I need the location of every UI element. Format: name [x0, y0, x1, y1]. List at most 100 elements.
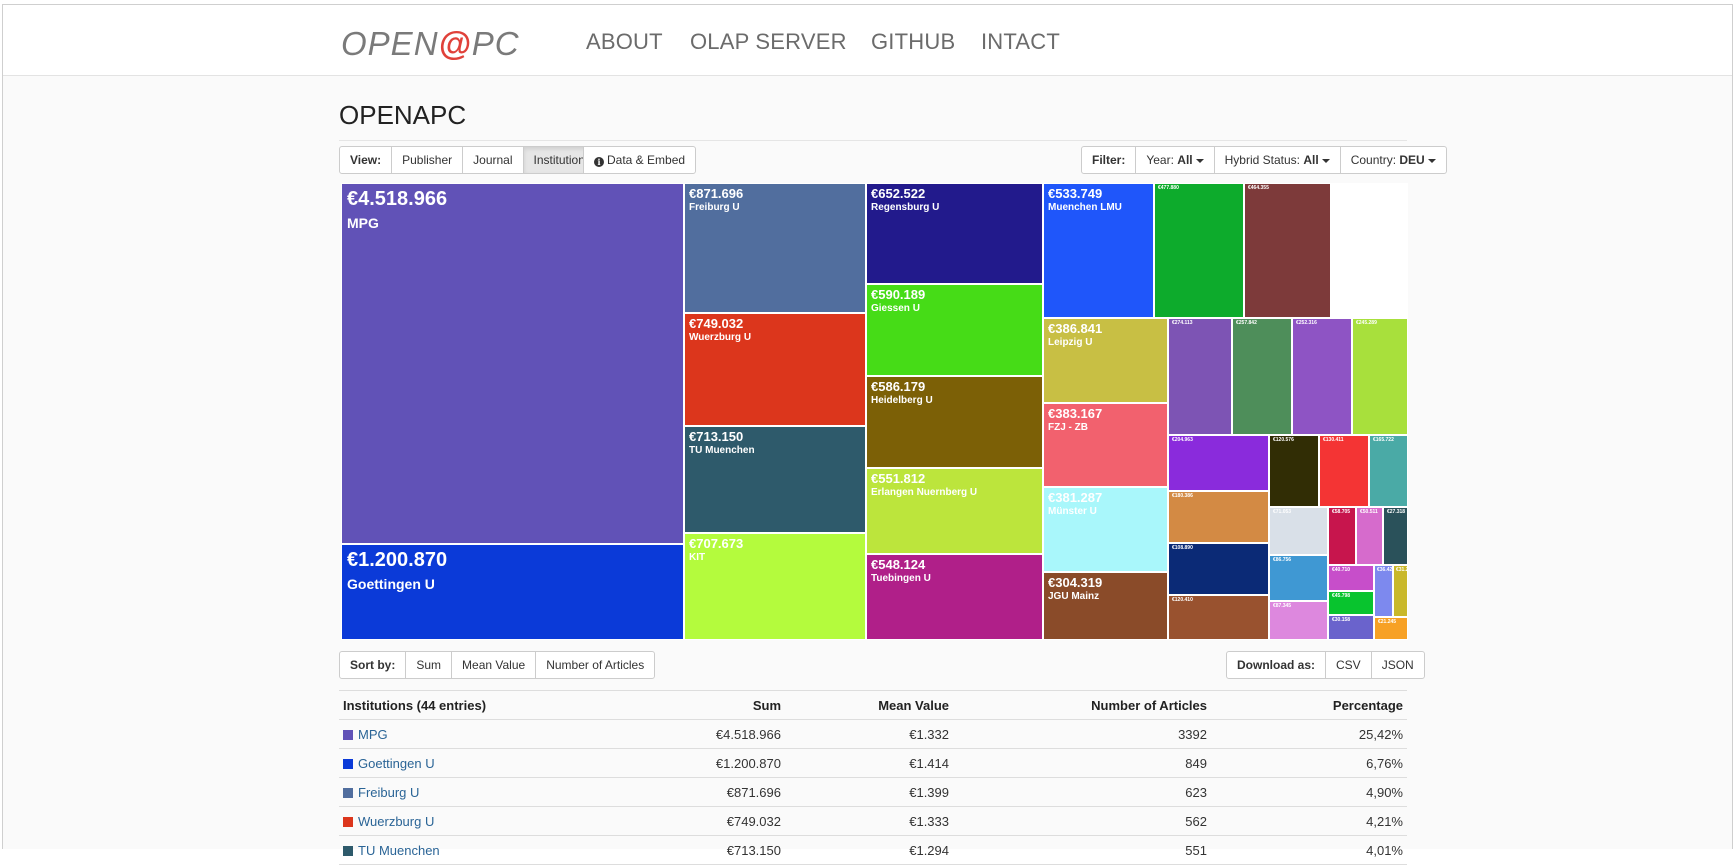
articles-cell: 849: [953, 748, 1211, 778]
treemap-tile[interactable]: €50.511: [1356, 507, 1383, 565]
treemap-tile[interactable]: €383.167 FZJ - ZB: [1043, 403, 1168, 487]
sort-mean-value-button[interactable]: Mean Value: [451, 651, 537, 679]
tile-amount: €31.230: [1396, 567, 1407, 573]
treemap-tile[interactable]: €87.345: [1269, 601, 1328, 640]
percentage-cell: 4,21%: [1211, 806, 1407, 836]
treemap-tile[interactable]: €652.522 Regensburg U: [866, 183, 1043, 284]
openapc-logo[interactable]: OPEN@PC: [341, 25, 520, 65]
treemap-tile[interactable]: €45.798: [1328, 591, 1374, 615]
institution-link[interactable]: Freiburg U: [358, 785, 419, 800]
treemap-tile[interactable]: €586.179 Heidelberg U: [866, 376, 1043, 468]
treemap-tile[interactable]: €1.200.870 Goettingen U: [341, 544, 684, 640]
institution-link[interactable]: Wuerzburg U: [358, 814, 434, 829]
top-navbar: OPEN@PC ABOUT OLAP SERVER GITHUB INTACT: [3, 5, 1732, 76]
percentage-cell: 4,01%: [1211, 835, 1407, 865]
column-header-mean-value[interactable]: Mean Value: [785, 690, 953, 720]
download-button-group: Download as: CSV JSON: [1226, 651, 1425, 679]
nav-about-link[interactable]: ABOUT: [586, 29, 663, 55]
tile-amount: €30.158: [1332, 617, 1351, 623]
nav-olap-server-link[interactable]: OLAP SERVER: [690, 29, 847, 55]
treemap-tile[interactable]: €108.890: [1168, 543, 1269, 595]
treemap-tile[interactable]: €31.230: [1393, 565, 1408, 617]
sort-sum-button[interactable]: Sum: [405, 651, 453, 679]
treemap-tile[interactable]: €477.880: [1154, 183, 1244, 318]
institution-cell: TU Muenchen: [339, 835, 607, 865]
table-row: TU Muenchen €713.150 €1.294 551 4,01%: [339, 835, 1407, 865]
treemap-tile[interactable]: €36.429: [1374, 565, 1393, 617]
treemap-tile[interactable]: €304.319 JGU Mainz: [1043, 572, 1168, 640]
percentage-cell: 25,42%: [1211, 719, 1407, 749]
download-json-button[interactable]: JSON: [1370, 651, 1425, 679]
treemap-tile[interactable]: €4.518.966 MPG: [341, 183, 684, 544]
sum-cell: €713.150: [607, 835, 785, 865]
tile-amount: €50.511: [1360, 509, 1378, 515]
hybrid-status-filter-dropdown[interactable]: Hybrid Status: All: [1213, 146, 1341, 174]
treemap-tile[interactable]: €120.576: [1269, 435, 1319, 507]
treemap-tile[interactable]: €274.113: [1168, 318, 1232, 435]
treemap-tile[interactable]: €464.355: [1244, 183, 1331, 318]
treemap-tile[interactable]: €204.963: [1168, 435, 1269, 491]
color-swatch: [343, 729, 353, 740]
year-filter-label: Year:: [1146, 153, 1174, 167]
treemap-tile[interactable]: €871.696 Freiburg U: [684, 183, 866, 313]
treemap-tile[interactable]: €27.318: [1383, 507, 1408, 565]
sort-label: Sort by:: [339, 651, 407, 679]
tile-amount: €36.429: [1377, 567, 1393, 573]
color-swatch: [343, 758, 353, 769]
tile-amount: €274.113: [1172, 320, 1193, 326]
treemap-tile[interactable]: €245.289: [1352, 318, 1408, 435]
treemap-tile[interactable]: €180.386: [1168, 491, 1269, 543]
treemap-tile[interactable]: €21.245: [1374, 617, 1408, 640]
data-embed-button[interactable]: i Data & Embed: [583, 146, 697, 174]
treemap-tile[interactable]: €749.032 Wuerzburg U: [684, 313, 866, 426]
institution-link[interactable]: Goettingen U: [358, 756, 435, 771]
treemap-tile[interactable]: €713.150 TU Muenchen: [684, 426, 866, 533]
view-publisher-button[interactable]: Publisher: [391, 146, 464, 174]
column-header-percentage[interactable]: Percentage: [1211, 690, 1407, 720]
logo-at-icon: @: [438, 25, 472, 62]
download-csv-button[interactable]: CSV: [1325, 651, 1372, 679]
tile-amount: €165.722: [1373, 437, 1394, 443]
treemap-tile[interactable]: €381.287 Münster U: [1043, 487, 1168, 572]
column-header-sum[interactable]: Sum: [607, 690, 785, 720]
treemap-tile[interactable]: €165.722: [1369, 435, 1408, 507]
page-title: OPENAPC: [339, 100, 467, 130]
tile-amount: €383.167: [1048, 406, 1103, 421]
nav-intact-link[interactable]: INTACT: [981, 29, 1060, 55]
tile-name: FZJ - ZB: [1048, 421, 1088, 433]
view-journal-button[interactable]: Journal: [462, 146, 524, 174]
sort-number-of-articles-button[interactable]: Number of Articles: [535, 651, 656, 679]
download-label: Download as:: [1226, 651, 1327, 679]
treemap-tile[interactable]: €707.673 KIT: [684, 533, 866, 640]
treemap-tile[interactable]: €86.756: [1269, 555, 1328, 601]
treemap-tile[interactable]: €40.710: [1328, 565, 1374, 591]
treemap-tile[interactable]: €551.812 Erlangen Nuernberg U: [866, 468, 1043, 554]
country-filter-dropdown[interactable]: Country: DEU: [1339, 146, 1447, 174]
treemap-tile[interactable]: €533.749 Muenchen LMU: [1043, 183, 1154, 318]
institution-link[interactable]: TU Muenchen: [358, 843, 440, 858]
treemap-tile[interactable]: €590.189 Giessen U: [866, 284, 1043, 376]
tile-name: Wuerzburg U: [689, 331, 752, 343]
treemap-tile[interactable]: €257.842: [1232, 318, 1292, 435]
column-header-number-of-articles[interactable]: Number of Articles: [953, 690, 1211, 720]
percentage-cell: 6,76%: [1211, 748, 1407, 778]
treemap-tile[interactable]: €548.124 Tuebingen U: [866, 554, 1043, 640]
treemap-tile[interactable]: €130.411: [1319, 435, 1369, 507]
data-embed-label: Data & Embed: [607, 153, 686, 167]
institution-link[interactable]: MPG: [358, 727, 388, 742]
treemap-tile[interactable]: €120.410: [1168, 595, 1269, 640]
treemap-tile[interactable]: €30.158: [1328, 615, 1374, 640]
nav-github-link[interactable]: GITHUB: [871, 29, 955, 55]
treemap-tile[interactable]: €252.316: [1292, 318, 1352, 435]
treemap-tile[interactable]: €71.053: [1269, 507, 1328, 555]
column-header-institutions[interactable]: Institutions (44 entries): [339, 690, 607, 720]
table-row: Goettingen U €1.200.870 €1.414 849 6,76%: [339, 748, 1407, 778]
articles-cell: 551: [953, 835, 1211, 865]
tile-amount: €40.710: [1332, 567, 1351, 573]
tile-amount: €707.673: [689, 536, 744, 551]
tile-amount: €58.705: [1332, 509, 1351, 515]
treemap-tile[interactable]: €386.841 Leipzig U: [1043, 318, 1168, 403]
year-filter-dropdown[interactable]: Year: All: [1135, 146, 1215, 174]
tile-amount: €590.189: [871, 287, 926, 302]
treemap-tile[interactable]: €58.705: [1328, 507, 1356, 565]
